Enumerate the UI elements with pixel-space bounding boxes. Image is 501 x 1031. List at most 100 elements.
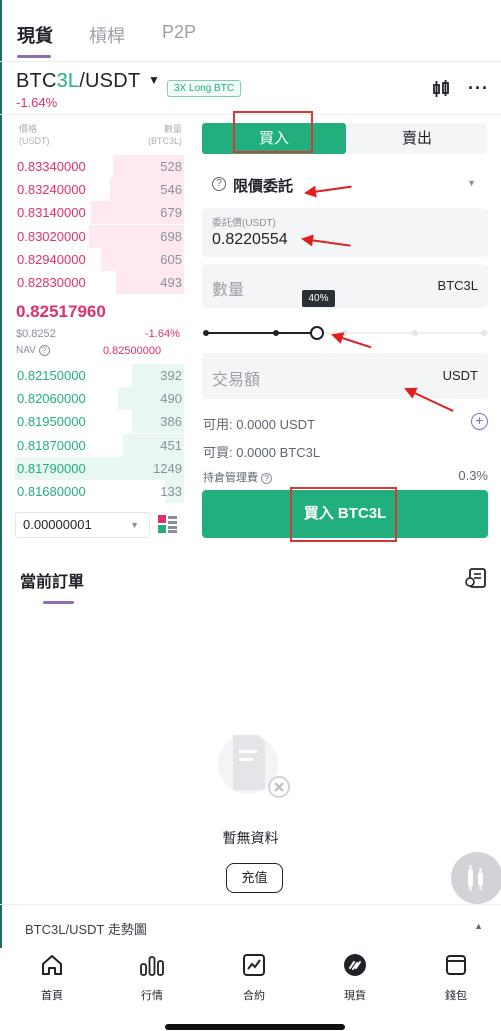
pair-selector[interactable]: BTC3L/USDT [16,70,140,93]
bid-qty: 386 [160,414,182,430]
slider-tick[interactable] [203,330,209,336]
ask-price: 0.82940000 [17,251,86,267]
available-label: 可用: [203,417,233,432]
total-placeholder: 交易額 [212,372,261,389]
slider-tick[interactable] [411,330,418,336]
order-history-icon[interactable] [465,568,487,593]
usd-value: $0.8252 [16,328,56,340]
ask-price: 0.83340000 [17,159,86,174]
add-funds-icon[interactable]: + [471,413,488,430]
tab-spot[interactable]: 現貨 [17,22,53,48]
buyable-value: 0.0000 BTC3L [236,445,321,460]
ask-price: 0.82830000 [17,275,86,290]
ask-row[interactable]: 0.83140000 679 [15,201,184,225]
bid-qty: 451 [160,437,182,453]
precision-value: 0.00000001 [23,517,92,532]
ask-row[interactable]: 0.82940000 605 [15,247,184,271]
wallet-icon [446,955,466,975]
tab-p2p[interactable]: P2P [162,22,196,43]
tab-margin[interactable]: 槓桿 [89,22,125,48]
ask-qty: 528 [160,159,182,174]
ask-price: 0.83020000 [17,228,86,244]
bid-row[interactable]: 0.82150000 392 [15,364,184,387]
nav-futures[interactable]: 合約 [224,954,284,1003]
market-icon [140,956,164,976]
price-header-unit: (USDT) [19,136,50,146]
nav-market[interactable]: 行情 [122,954,182,1003]
bid-row[interactable]: 0.81790000 1249 [15,456,184,480]
annotation-box-buy-button [290,487,397,542]
empty-state-text: 暫無資料 [222,830,279,846]
price-column-header: 價格 (USDT) [19,123,50,147]
nav-home[interactable]: 首頁 [22,954,82,1003]
buyable-amount: 可買: 0.0000 BTC3L [203,442,320,461]
price-input-label: 委託價(USDT) [212,218,276,229]
bid-row[interactable]: 0.81950000 386 [15,410,184,434]
total-unit: USDT [442,368,478,383]
last-price: 0.82517960 [16,302,106,321]
bid-price: 0.82150000 [17,368,86,383]
chart-toggle-bar[interactable]: BTC3L/USDT 走勢圖 ▲ [0,904,501,948]
deposit-button[interactable]: 充值 [226,863,283,893]
ask-qty: 679 [160,205,182,221]
slider-tooltip: 40% [302,290,335,307]
bid-qty: 133 [160,484,182,499]
total-input[interactable]: 交易額 USDT [202,353,488,399]
bid-qty: 490 [160,391,182,407]
ask-qty: 605 [160,251,182,267]
nav-spot[interactable]: 現貨 [325,954,385,1003]
chart-bar-label: BTC3L/USDT 走勢圖 [25,922,147,937]
candlestick-chart-icon[interactable] [432,80,450,103]
empty-document-icon [218,730,290,807]
bid-price: 0.81870000 [17,437,86,453]
nav-home-label: 首頁 [41,990,63,1002]
info-icon[interactable]: ? [261,473,273,484]
nav-market-label: 行情 [141,990,163,1002]
bid-row[interactable]: 0.81680000 133 [15,480,184,503]
current-orders-title[interactable]: 當前訂單 [20,568,84,592]
chevron-up-icon: ▲ [474,921,483,931]
fee-label-row: 持倉管理費 ? [203,469,273,485]
bid-price: 0.81950000 [17,414,86,430]
help-icon[interactable]: ? [212,177,226,191]
bid-row[interactable]: 0.82060000 490 [15,387,184,411]
ask-qty: 546 [160,182,182,198]
orders-tab-underline [43,601,74,604]
available-balance: 可用: 0.0000 USDT [203,414,315,433]
bid-price: 0.81790000 [17,460,86,476]
ask-row[interactable]: 0.83020000 698 [15,224,184,248]
slider-thumb[interactable] [310,326,325,340]
buyable-label: 可買: [203,445,233,460]
orderbook-layout-icon[interactable] [158,515,178,538]
sell-tab[interactable]: 賣出 [347,123,487,154]
nav-futures-label: 合約 [243,990,265,1002]
floating-chart-button[interactable] [451,852,501,904]
bid-price: 0.81680000 [17,484,86,499]
fee-label: 持倉管理費 [203,472,258,484]
pair-highlight: 3L [56,70,80,92]
pair-dropdown-icon[interactable]: ▼ [148,73,160,87]
futures-icon [243,954,265,976]
ask-row[interactable]: 0.82830000 493 [15,271,184,294]
tab-active-underline [17,55,51,58]
bid-row[interactable]: 0.81870000 451 [15,433,184,457]
order-type-label: 限價委託 [233,178,294,195]
ask-row[interactable]: 0.83240000 546 [15,178,184,202]
slider-tick[interactable] [481,330,487,336]
precision-select[interactable]: 0.00000001 ▼ [15,512,150,538]
slider-tick[interactable] [272,330,279,336]
bid-qty: 392 [160,368,182,383]
slider-fill [206,332,318,334]
price-input[interactable]: 委託價(USDT) 0.8220554 [202,208,488,257]
left-edge-strip [0,0,2,1031]
ask-row[interactable]: 0.83340000 528 [15,155,184,178]
info-icon[interactable]: ? [38,345,50,356]
order-type-select[interactable]: ? 限價委託 ▼ [202,168,488,201]
more-icon[interactable]: ··· [468,78,489,99]
amount-input[interactable]: 數量 BTC3L [202,264,488,308]
nav-wallet-label: 錢包 [445,990,467,1002]
bid-qty: 1249 [153,460,182,476]
pair-base: BTC [16,70,57,92]
price-input-value: 0.8220554 [212,231,288,248]
nav-wallet[interactable]: 錢包 [426,954,486,1003]
